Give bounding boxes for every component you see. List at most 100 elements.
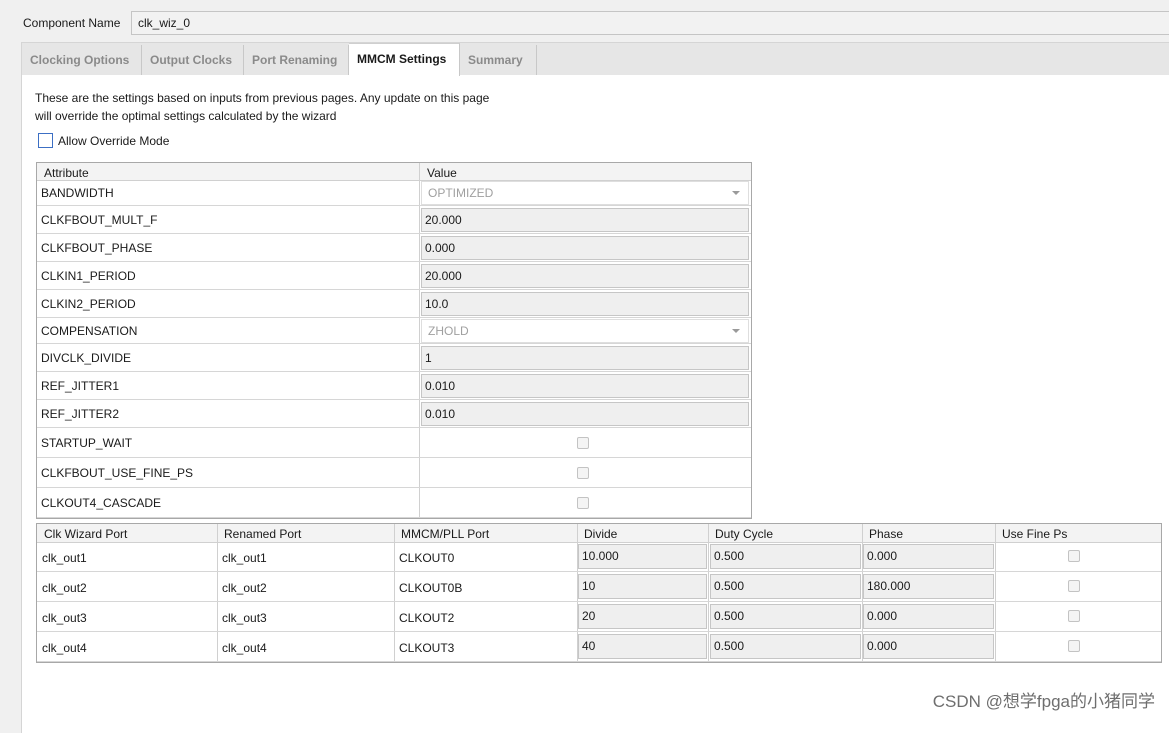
allow-override-label: Allow Override Mode (58, 134, 170, 148)
clk-wizard-port-header: Clk Wizard Port (44, 527, 128, 541)
attribute-row: REF_JITTER2 0.010 (37, 400, 751, 428)
allow-override-checkbox[interactable] (38, 133, 53, 148)
attribute-value-field[interactable]: 20.000 (421, 264, 749, 288)
attribute-value-field[interactable]: 20.000 (421, 208, 749, 232)
description-line-2: will override the optimal settings calcu… (35, 109, 337, 123)
attribute-value-dropdown[interactable]: OPTIMIZED (421, 181, 749, 205)
attribute-row: CLKFBOUT_PHASE 0.000 (37, 234, 751, 262)
port-mmcm-cell: CLKOUT0 (399, 551, 455, 565)
attribute-row: BANDWIDTH OPTIMIZED (37, 180, 751, 206)
attribute-checkbox[interactable] (577, 437, 589, 449)
tab-bar: Clocking Options Output Clocks Port Rena… (22, 43, 1169, 76)
port-divide-field[interactable]: 10 (578, 574, 707, 599)
attribute-table: Attribute Value BANDWIDTH OPTIMIZED CLKFBO… (36, 162, 752, 519)
port-phase-field[interactable]: 180.000 (863, 574, 994, 599)
port-wizard-cell: clk_out3 (42, 611, 87, 625)
port-duty-field[interactable]: 0.500 (710, 604, 861, 629)
chevron-down-icon[interactable] (732, 191, 740, 195)
value-column-header: Value (427, 166, 457, 180)
attribute-name: BANDWIDTH (41, 186, 114, 200)
attribute-value-field[interactable]: 0.000 (421, 236, 749, 260)
port-table: Clk Wizard Port Renamed Port MMCM/PLL Po… (36, 523, 1162, 663)
divide-header: Divide (584, 527, 618, 541)
port-row: clk_out2 clk_out2 CLKOUT0B 10 0.500 180.000 (37, 572, 1161, 602)
port-duty-field[interactable]: 0.500 (710, 544, 861, 569)
attribute-column-header: Attribute (44, 166, 89, 180)
tab-mmcm-settings[interactable]: MMCM Settings (349, 43, 460, 76)
attribute-row: DIVCLK_DIVIDE 1 (37, 344, 751, 372)
tab-port-renaming[interactable]: Port Renaming (244, 45, 349, 75)
watermark: CSDN @想学fpga的小猪同学 (932, 692, 1155, 711)
attribute-value-field[interactable]: 10.0 (421, 292, 749, 316)
use-fine-ps-checkbox[interactable] (1068, 550, 1080, 562)
port-row: clk_out4 clk_out4 CLKOUT3 40 0.500 0.000 (37, 632, 1161, 662)
attribute-checkbox[interactable] (577, 497, 589, 509)
tab-clocking-options[interactable]: Clocking Options (22, 45, 142, 75)
attribute-value-dropdown[interactable]: ZHOLD (421, 319, 749, 343)
port-wizard-cell: clk_out2 (42, 581, 87, 595)
duty-cycle-header: Duty Cycle (715, 527, 774, 541)
port-phase-field[interactable]: 0.000 (863, 544, 994, 569)
attribute-row: CLKFBOUT_MULT_F 20.000 (37, 206, 751, 234)
dropdown-selected-value: OPTIMIZED (428, 186, 494, 200)
settings-panel: Clocking Options Output Clocks Port Rena… (21, 42, 1169, 733)
attribute-row: CLKIN2_PERIOD 10.0 (37, 290, 751, 318)
port-divide-field[interactable]: 20 (578, 604, 707, 629)
port-row: clk_out1 clk_out1 CLKOUT0 10.000 0.500 0.000 (37, 542, 1161, 572)
tab-summary[interactable]: Summary (460, 45, 537, 75)
attribute-name: CLKFBOUT_USE_FINE_PS (41, 466, 194, 480)
attribute-name: STARTUP_WAIT (41, 436, 133, 450)
use-fine-ps-header: Use Fine Ps (1002, 527, 1068, 541)
attribute-value-field[interactable]: 1 (421, 346, 749, 370)
port-wizard-cell: clk_out4 (42, 641, 87, 655)
port-renamed-cell: clk_out3 (222, 611, 267, 625)
attribute-name: CLKOUT4_CASCADE (41, 496, 162, 510)
component-name-label: Component Name (23, 16, 121, 30)
use-fine-ps-checkbox[interactable] (1068, 610, 1080, 622)
chevron-down-icon[interactable] (732, 329, 740, 333)
attribute-value-field[interactable]: 0.010 (421, 402, 749, 426)
port-mmcm-cell: CLKOUT3 (399, 641, 455, 655)
port-renamed-cell: clk_out2 (222, 581, 267, 595)
attribute-row: STARTUP_WAIT (37, 428, 751, 458)
component-name-row: Component Name (0, 0, 1169, 44)
attribute-row: CLKIN1_PERIOD 20.000 (37, 262, 751, 290)
use-fine-ps-checkbox[interactable] (1068, 580, 1080, 592)
renamed-port-header: Renamed Port (224, 527, 302, 541)
attribute-name: COMPENSATION (41, 324, 138, 338)
mmcm-pll-port-header: MMCM/PLL Port (401, 527, 490, 541)
attribute-checkbox[interactable] (577, 467, 589, 479)
port-divide-field[interactable]: 40 (578, 634, 707, 659)
phase-header: Phase (869, 527, 904, 541)
use-fine-ps-checkbox[interactable] (1068, 640, 1080, 652)
attribute-name: DIVCLK_DIVIDE (41, 351, 132, 365)
attribute-value-field[interactable]: 0.010 (421, 374, 749, 398)
tab-output-clocks[interactable]: Output Clocks (142, 45, 244, 75)
attribute-name: CLKFBOUT_MULT_F (41, 213, 158, 227)
port-phase-field[interactable]: 0.000 (863, 604, 994, 629)
attribute-row: CLKFBOUT_USE_FINE_PS (37, 458, 751, 488)
attribute-row: REF_JITTER1 0.010 (37, 372, 751, 400)
port-mmcm-cell: CLKOUT0B (399, 581, 463, 595)
attribute-name: REF_JITTER1 (41, 379, 120, 393)
port-duty-field[interactable]: 0.500 (710, 574, 861, 599)
attribute-name: CLKFBOUT_PHASE (41, 241, 153, 255)
port-phase-field[interactable]: 0.000 (863, 634, 994, 659)
attribute-row: COMPENSATION ZHOLD (37, 318, 751, 344)
attribute-row: CLKOUT4_CASCADE (37, 488, 751, 518)
attribute-name: REF_JITTER2 (41, 407, 120, 421)
port-renamed-cell: clk_out1 (222, 551, 267, 565)
component-name-input[interactable] (131, 11, 1169, 35)
port-divide-field[interactable]: 10.000 (578, 544, 707, 569)
description-line-1: These are the settings based on inputs f… (35, 91, 490, 105)
port-duty-field[interactable]: 0.500 (710, 634, 861, 659)
attribute-name: CLKIN1_PERIOD (41, 269, 136, 283)
attribute-table-header: Attribute Value (37, 163, 751, 181)
attribute-name: CLKIN2_PERIOD (41, 297, 136, 311)
dropdown-selected-value: ZHOLD (428, 324, 469, 338)
port-mmcm-cell: CLKOUT2 (399, 611, 455, 625)
port-table-header: Clk Wizard Port Renamed Port MMCM/PLL Po… (37, 524, 1161, 543)
port-row: clk_out3 clk_out3 CLKOUT2 20 0.500 0.000 (37, 602, 1161, 632)
port-wizard-cell: clk_out1 (42, 551, 87, 565)
port-renamed-cell: clk_out4 (222, 641, 267, 655)
